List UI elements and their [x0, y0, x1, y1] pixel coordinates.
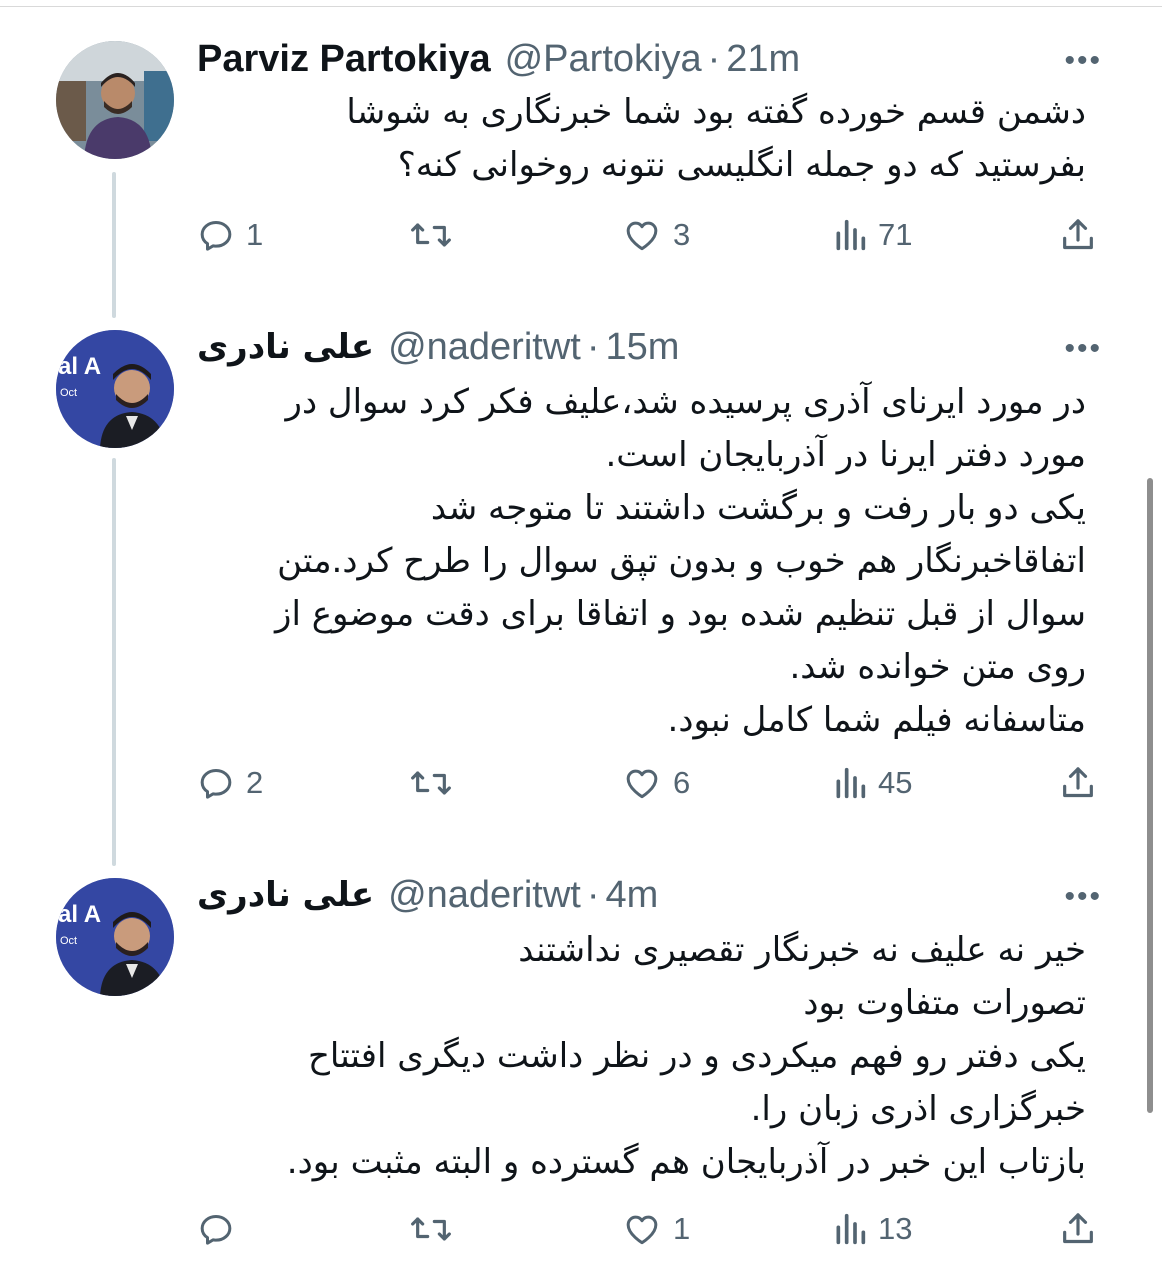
- reply-button[interactable]: 1: [196, 210, 263, 260]
- like-count: 6: [673, 765, 691, 800]
- avatar-photo: al A Oct: [56, 878, 174, 996]
- tweet-text-line: خیر نه علیف نه خبرنگار تقصیری نداشتند: [518, 930, 1086, 970]
- reply-count: 1: [246, 217, 264, 252]
- reply-button[interactable]: 2: [196, 758, 263, 808]
- like-icon: [626, 1215, 658, 1245]
- svg-text:Oct: Oct: [60, 935, 77, 947]
- tweet-header: Parviz Partokiya @Partokiya · 21m •••: [197, 34, 1106, 84]
- tweet-text-line: تصورات متفاوت بود: [803, 983, 1086, 1023]
- thread-page: Parviz Partokiya @Partokiya · 21m ••• دش…: [0, 0, 1162, 1280]
- tweet-text-line: خبرگزاری اذری زبان را.: [750, 1089, 1086, 1129]
- separator: ·: [586, 873, 600, 916]
- tweet-text-line: بفرستید که دو جمله انگلیسی نتونه روخوانی…: [397, 145, 1086, 185]
- views-button[interactable]: 71: [832, 210, 912, 260]
- tweet-header: علی نادری @naderitwt · 15m •••: [197, 322, 1106, 372]
- like-icon: [626, 769, 658, 799]
- svg-text:Oct: Oct: [60, 387, 77, 399]
- like-button[interactable]: 3: [621, 210, 690, 260]
- views-count: 13: [878, 1211, 913, 1246]
- scrollbar[interactable]: [1147, 478, 1153, 1113]
- retweet-icon: [411, 1217, 451, 1241]
- timestamp[interactable]: 15m: [605, 326, 679, 369]
- avatar-photo: al A Oct: [56, 330, 174, 448]
- share-icon: [1063, 767, 1093, 798]
- tweet-text-line: دشمن قسم خورده گفته بود شما خبرنگاری به …: [346, 92, 1086, 132]
- tweet-text-line: اتفاقاخبرنگار هم خوب و بدون تپق سوال را …: [277, 541, 1086, 581]
- timestamp[interactable]: 21m: [726, 38, 800, 81]
- more-icon[interactable]: •••: [1064, 880, 1102, 914]
- tweet-text-line: سوال از قبل تنظیم شده بود و اتفاقا برای …: [275, 594, 1086, 634]
- tweet-actions: 1 13: [196, 1204, 1106, 1254]
- retweet-button[interactable]: [408, 758, 464, 808]
- views-button[interactable]: 13: [832, 1204, 912, 1254]
- share-button[interactable]: [1058, 1204, 1098, 1254]
- reply-icon: [200, 1215, 232, 1245]
- tweet-header: علی نادری @naderitwt · 4m •••: [197, 870, 1106, 920]
- share-icon: [1063, 1213, 1093, 1244]
- timestamp[interactable]: 4m: [605, 874, 658, 917]
- share-icon: [1063, 219, 1093, 250]
- retweet-button[interactable]: [408, 1204, 464, 1254]
- tweet-actions: 2 6 45: [196, 758, 1106, 808]
- tweet-text-line: یکی دفتر رو فهم میکردی و در نظر داشت دیگ…: [307, 1036, 1086, 1076]
- reply-button[interactable]: [196, 1204, 246, 1254]
- svg-text:al A: al A: [58, 353, 101, 380]
- separator: ·: [707, 37, 721, 80]
- avatar[interactable]: al A Oct: [56, 878, 174, 996]
- tweet-text: خیر نه علیف نه خبرنگار تقصیری نداشتند تص…: [197, 924, 1086, 1189]
- views-icon: [836, 767, 866, 799]
- views-count: 71: [878, 217, 913, 252]
- display-name[interactable]: علی نادری: [197, 327, 374, 367]
- retweet-button[interactable]: [408, 210, 464, 260]
- retweet-icon: [411, 223, 451, 247]
- share-button[interactable]: [1058, 210, 1098, 260]
- tweet-text: در مورد ایرنای آذری پرسیده شد،علیف فکر ک…: [197, 376, 1086, 747]
- like-icon: [626, 221, 658, 251]
- avatar[interactable]: al A Oct: [56, 330, 174, 448]
- tweet-text-line: روی متن خوانده شد.: [789, 647, 1086, 687]
- tweet-actions: 1 3 71: [196, 210, 1106, 260]
- more-icon[interactable]: •••: [1064, 44, 1102, 78]
- username[interactable]: @naderitwt: [388, 874, 581, 917]
- username[interactable]: @naderitwt: [388, 326, 581, 369]
- views-button[interactable]: 45: [832, 758, 912, 808]
- tweet[interactable]: Parviz Partokiya @Partokiya · 21m ••• دش…: [0, 0, 1162, 300]
- reply-count: 2: [246, 765, 264, 800]
- retweet-icon: [411, 771, 451, 795]
- views-icon: [836, 1213, 866, 1245]
- reply-icon: [200, 221, 232, 251]
- tweet[interactable]: al A Oct علی نادری @naderitwt · 15m ••• …: [0, 300, 1162, 840]
- share-button[interactable]: [1058, 758, 1098, 808]
- display-name[interactable]: علی نادری: [197, 875, 374, 915]
- svg-text:al A: al A: [58, 901, 101, 928]
- tweet-text-line: بازتاب این خبر در آذربایجان هم گسترده و …: [286, 1142, 1086, 1182]
- like-button[interactable]: 1: [621, 1204, 690, 1254]
- separator: ·: [586, 325, 600, 368]
- like-count: 3: [673, 217, 691, 252]
- tweet-text-line: مورد دفتر ایرنا در آذربایجان است.: [605, 435, 1086, 475]
- like-count: 1: [673, 1211, 691, 1246]
- tweet-text-line: متاسفانه فیلم شما کامل نبود.: [667, 700, 1086, 740]
- avatar-photo: [56, 41, 174, 159]
- avatar[interactable]: [56, 41, 174, 159]
- tweet-text: دشمن قسم خورده گفته بود شما خبرنگاری به …: [197, 86, 1086, 192]
- tweet-text-line: در مورد ایرنای آذری پرسیده شد،علیف فکر ک…: [285, 382, 1086, 422]
- tweet[interactable]: al A Oct علی نادری @naderitwt · 4m ••• خ…: [0, 840, 1162, 1280]
- display-name[interactable]: Parviz Partokiya: [197, 38, 491, 81]
- views-icon: [836, 219, 866, 251]
- username[interactable]: @Partokiya: [505, 38, 702, 81]
- tweet-text-line: یکی دو بار رفت و برگشت داشتند تا متوجه ش…: [430, 488, 1086, 528]
- views-count: 45: [878, 765, 913, 800]
- more-icon[interactable]: •••: [1064, 332, 1102, 366]
- like-button[interactable]: 6: [621, 758, 690, 808]
- reply-icon: [200, 769, 232, 799]
